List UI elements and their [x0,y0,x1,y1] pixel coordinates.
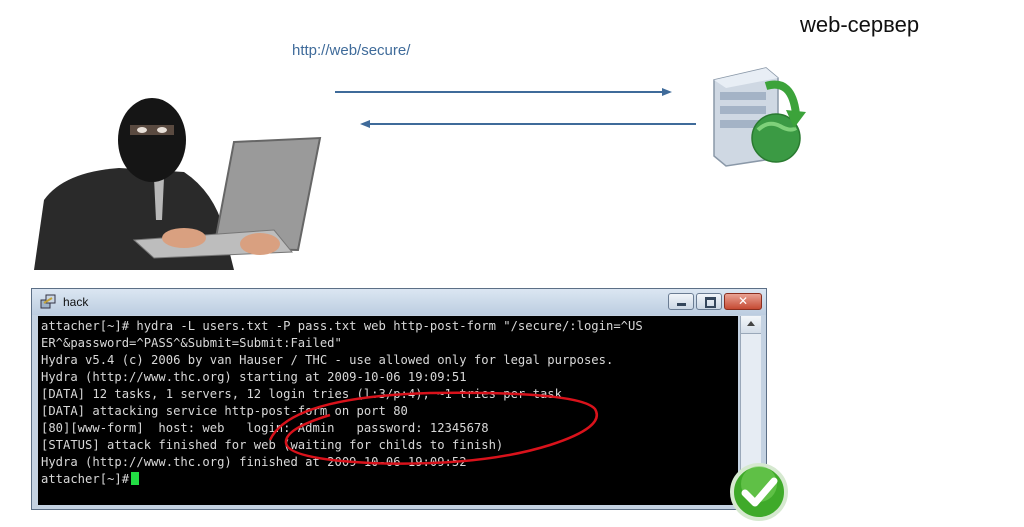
terminal-title: hack [63,295,89,309]
terminal-output[interactable]: attacher[~]# hydra -L users.txt -P pass.… [38,316,738,505]
url-label: http://web/secure/ [292,42,411,59]
terminal-line: [DATA] attacking service http-post-form … [41,404,408,418]
terminal-prompt-line[interactable]: attacher[~]# [41,471,140,488]
web-server-icon [713,67,806,167]
terminal-window[interactable]: hack attacher[~]# hydra -L users.txt -P … [31,288,767,510]
server-label: web-сервер [800,12,920,37]
check-circle-icon [730,463,788,521]
terminal-line: [80][www-form] host: web login: Admin pa… [41,421,489,435]
terminal-line: Hydra (http://www.thc.org) starting at 2… [41,370,467,384]
terminal-line: ER^&password=^PASS^&Submit=Submit:Failed… [41,336,342,350]
close-button[interactable] [724,293,762,310]
maximize-button[interactable] [696,293,722,310]
terminal-line: Hydra v5.4 (c) 2006 by van Hauser / THC … [41,353,614,367]
terminal-line: Hydra (http://www.thc.org) finished at 2… [41,455,467,469]
response-arrow [360,120,696,128]
minimize-button[interactable] [668,293,694,310]
scroll-up-button[interactable] [741,316,761,334]
hacker-icon [34,98,322,270]
terminal-line: [STATUS] attack finished for web (waitin… [41,438,504,452]
terminal-line: [DATA] 12 tasks, 1 servers, 12 login tri… [41,387,562,401]
terminal-prompt: attacher[~]# [41,472,130,486]
terminal-titlebar[interactable]: hack [32,289,766,315]
putty-icon [40,294,56,309]
terminal-line: attacher[~]# hydra -L users.txt -P pass.… [41,319,643,333]
request-arrow [335,88,672,96]
terminal-cursor [131,472,140,485]
request-response-arrows [335,88,696,128]
